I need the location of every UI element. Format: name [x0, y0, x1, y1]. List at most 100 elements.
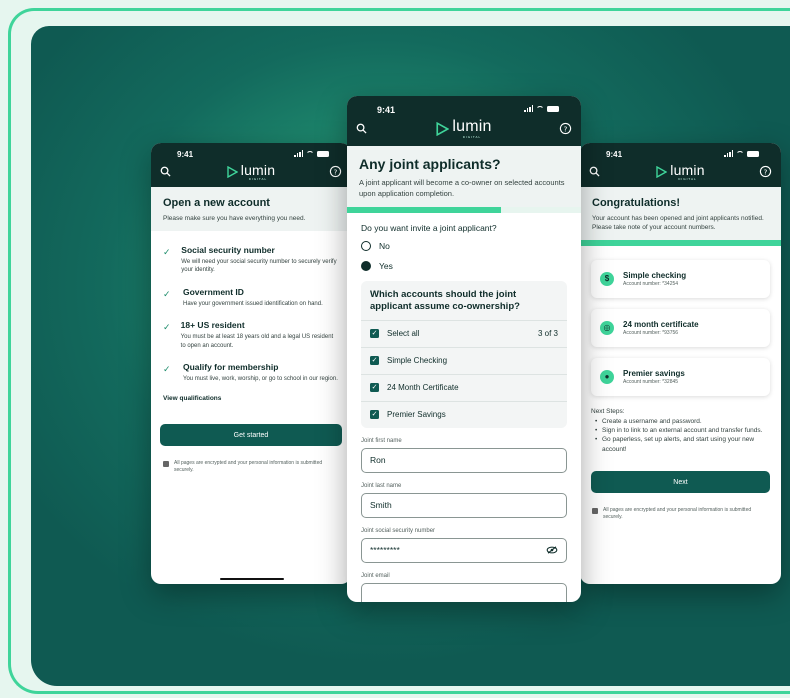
- account-option[interactable]: ✓ 24 Month Certificate: [361, 373, 567, 401]
- ssn-field[interactable]: *********: [361, 537, 567, 563]
- checkbox-checked-icon[interactable]: ✓: [370, 383, 379, 393]
- page-title: Open a new account: [163, 197, 270, 209]
- status-time: 9:41: [177, 150, 194, 159]
- account-option-label: Premier Savings: [387, 410, 446, 420]
- account-card: $ Simple checking Account number: *34254: [591, 260, 770, 299]
- help-icon[interactable]: ?: [329, 165, 342, 178]
- first-name-value: Ron: [370, 455, 386, 466]
- svg-text:?: ?: [764, 167, 768, 176]
- search-icon[interactable]: [160, 166, 171, 177]
- lumin-logo: lumin DIGITAL: [227, 163, 275, 181]
- progress-bar: [580, 240, 781, 247]
- check-icon: ✓: [163, 364, 171, 375]
- app-header: 9:41 lumin DIGITAL ?: [580, 143, 781, 187]
- last-name-field[interactable]: Smith: [361, 492, 567, 518]
- requirement-item: ✓ Social security number We will need you…: [163, 245, 339, 275]
- wifi-icon: [306, 150, 314, 157]
- status-bar: 9:41: [347, 105, 581, 117]
- eye-slash-icon[interactable]: [546, 546, 558, 554]
- play-icon: [656, 166, 668, 178]
- requirement-desc: You must live, work, worship, or go to s…: [183, 376, 338, 383]
- page-subtitle: A joint applicant will become a co-owner…: [359, 178, 565, 198]
- app-header: 9:41 lumin DIGITAL ?: [151, 143, 351, 187]
- account-number: Account number: *93756: [623, 330, 679, 337]
- lumin-logo: lumin DIGITAL: [656, 163, 705, 181]
- joint-question-label: Do you want invite a joint applicant?: [361, 223, 497, 233]
- security-note: All pages are encrypted and your persona…: [592, 507, 769, 521]
- radio-circle[interactable]: [361, 241, 371, 251]
- account-number: Account number: *34254: [623, 281, 679, 288]
- signal-icon: [724, 150, 733, 157]
- checkbox-checked-icon[interactable]: ✓: [370, 329, 379, 339]
- play-icon: [436, 122, 450, 136]
- app-header: 9:41 lumin DIGITAL ?: [347, 96, 581, 146]
- security-note-text: All pages are encrypted and your persona…: [174, 460, 323, 474]
- lock-icon: [163, 461, 169, 468]
- battery-icon: [747, 150, 759, 157]
- svg-text:?: ?: [334, 167, 338, 176]
- next-step-item: Sign in to link to an external account a…: [595, 426, 770, 436]
- piggy-bank-icon: ●: [600, 370, 614, 385]
- co-ownership-accounts: Which accounts should the joint applican…: [361, 281, 567, 428]
- dollar-icon: $: [600, 272, 614, 287]
- requirement-desc: Have your government issued identificati…: [183, 300, 323, 307]
- radio-no[interactable]: No: [361, 241, 567, 251]
- page-title: Any joint applicants?: [359, 156, 501, 172]
- radio-label: No: [379, 241, 390, 251]
- account-card: ◎ 24 month certificate Account number: *9…: [591, 309, 770, 348]
- account-name: Premier savings: [623, 369, 685, 379]
- help-icon[interactable]: ?: [559, 122, 572, 135]
- requirement-title: Qualify for membership: [183, 362, 279, 373]
- get-started-button[interactable]: Get started: [160, 424, 342, 447]
- account-option-label: 24 Month Certificate: [387, 383, 459, 393]
- checkbox-checked-icon[interactable]: ✓: [370, 356, 379, 366]
- page-hero: Open a new account Please make sure you …: [151, 187, 351, 232]
- progress-fill: [347, 207, 502, 213]
- co-ownership-title: Which accounts should the joint applican…: [370, 289, 520, 313]
- view-qualifications-link[interactable]: View qualifications: [163, 395, 339, 402]
- help-icon[interactable]: ?: [759, 165, 772, 178]
- page-hero: Congratulations! Your account has been o…: [580, 187, 781, 241]
- check-icon: ✓: [163, 322, 171, 333]
- last-name-label: Joint last name: [361, 482, 402, 489]
- select-all-label: Select all: [387, 329, 420, 339]
- phone-joint-applicants: 9:41 lumin DIGITAL ? Any joint applicants…: [347, 96, 581, 602]
- next-steps: Next Steps: Create a username and passwo…: [580, 407, 781, 454]
- status-bar: 9:41: [151, 150, 351, 162]
- radio-yes[interactable]: Yes: [361, 261, 567, 271]
- account-name: 24 month certificate: [623, 320, 699, 330]
- status-bar: 9:41: [580, 150, 781, 162]
- select-all-row[interactable]: ✓ Select all 3 of 3: [361, 319, 567, 347]
- wifi-icon: [736, 150, 744, 157]
- progress-fill: [580, 240, 781, 247]
- last-name-value: Smith: [370, 500, 392, 511]
- email-field[interactable]: [361, 582, 567, 602]
- page-subtitle: Please make sure you have everything you…: [163, 215, 306, 222]
- requirement-desc: You must be at least 18 years old and a …: [180, 334, 334, 349]
- signal-icon: [524, 105, 533, 112]
- home-indicator: [220, 577, 284, 580]
- email-label: Joint email: [361, 572, 390, 579]
- search-icon[interactable]: [356, 123, 367, 134]
- first-name-field[interactable]: Ron: [361, 447, 567, 473]
- phone-open-account: 9:41 lumin DIGITAL ? Open a new account P…: [151, 143, 351, 584]
- radio-circle-selected[interactable]: [361, 261, 371, 271]
- account-name: Simple checking: [623, 271, 687, 281]
- battery-icon: [317, 150, 329, 157]
- next-button[interactable]: Next: [591, 471, 770, 494]
- svg-text:?: ?: [564, 124, 568, 133]
- security-note-text: All pages are encrypted and your persona…: [603, 507, 752, 521]
- radio-label: Yes: [379, 261, 393, 271]
- requirement-title: 18+ US resident: [180, 320, 245, 331]
- next-steps-title: Next Steps:: [591, 408, 625, 416]
- requirement-desc: We will need your social security number…: [181, 259, 337, 274]
- requirement-item: ✓ 18+ US resident You must be at least 18…: [163, 320, 339, 350]
- account-option[interactable]: ✓ Simple Checking: [361, 346, 567, 374]
- account-option[interactable]: ✓ Premier Savings: [361, 400, 567, 428]
- requirement-item: ✓ Government ID Have your government issu…: [163, 287, 339, 308]
- checkbox-checked-icon[interactable]: ✓: [370, 410, 379, 420]
- page-hero: Any joint applicants? A joint applicant …: [347, 146, 581, 207]
- search-icon[interactable]: [589, 166, 600, 177]
- security-note: All pages are encrypted and your persona…: [163, 460, 339, 474]
- wifi-icon: [536, 105, 544, 112]
